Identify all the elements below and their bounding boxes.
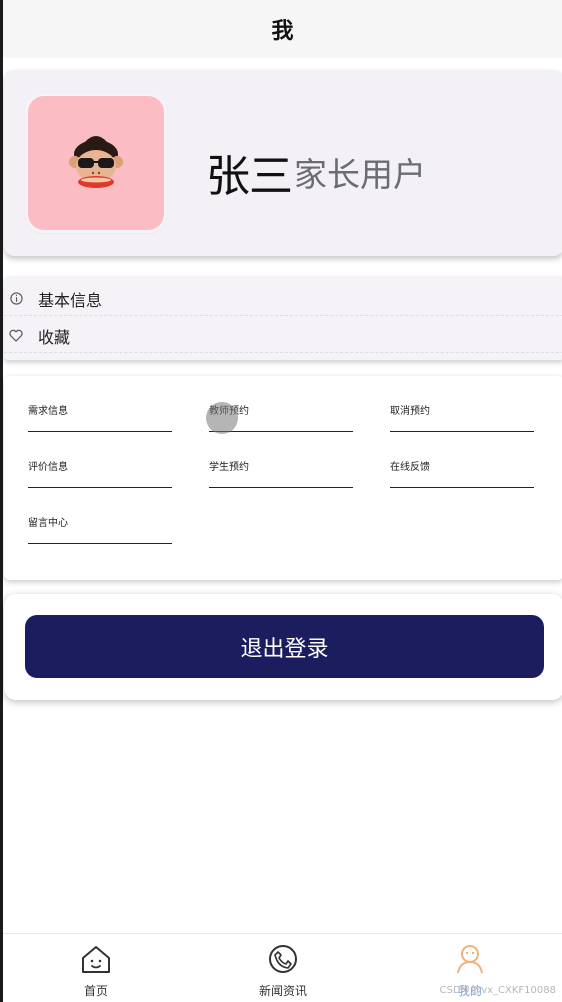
menu-item-basic-info[interactable]: 基本信息 — [4, 282, 562, 316]
tab-label: 首页 — [83, 984, 108, 998]
logout-card: 退出登录 — [4, 594, 562, 700]
tab-label: 新闻资讯 — [258, 984, 307, 998]
tab-news[interactable]: 新闻资讯 — [213, 934, 353, 1002]
logout-button[interactable]: 退出登录 — [25, 615, 544, 678]
user-name: 张三 — [206, 151, 293, 202]
menu-item-label: 基本信息 — [38, 290, 103, 310]
touch-ripple — [206, 402, 238, 434]
grid-item-label: 评价信息 — [28, 462, 68, 473]
grid-item-message-center[interactable]: 留言中心 — [28, 514, 172, 544]
grid-item-student-booking[interactable]: 学生预约 — [209, 458, 353, 488]
info-circle-icon — [9, 292, 23, 306]
grid-item-label: 留言中心 — [28, 518, 68, 529]
tab-home[interactable]: 首页 — [26, 934, 166, 1002]
page-title: 我 — [271, 19, 294, 44]
grid-item-online-feedback[interactable]: 在线反馈 — [390, 458, 534, 488]
top-bar: 我 — [3, 0, 562, 58]
menu-item-favorites[interactable]: 收藏 — [4, 319, 562, 353]
user-role: 家长用户 — [294, 155, 426, 194]
profile-card: 张三 家长用户 — [4, 70, 562, 256]
heart-icon — [9, 329, 23, 343]
grid-item-label: 学生预约 — [209, 462, 249, 473]
info-menu: 基本信息 收藏 — [4, 276, 562, 360]
monkey-avatar-icon — [69, 136, 123, 188]
function-grid: 需求信息 教师预约 取消预约 评价信息 学生预约 在线反馈 留言中心 — [4, 376, 562, 580]
user-icon — [457, 945, 483, 974]
phone-icon — [269, 945, 297, 973]
grid-item-review-info[interactable]: 评价信息 — [28, 458, 172, 488]
window-edge — [0, 0, 3, 1002]
grid-item-label: 在线反馈 — [390, 462, 430, 473]
grid-item-label: 需求信息 — [28, 406, 68, 417]
watermark: CSDN @vx_CXKF10088 — [439, 985, 556, 996]
grid-item-cancel-booking[interactable]: 取消预约 — [390, 402, 534, 432]
home-icon — [82, 946, 110, 973]
avatar[interactable] — [28, 96, 164, 230]
menu-item-label: 收藏 — [38, 327, 71, 347]
grid-item-demand-info[interactable]: 需求信息 — [28, 402, 172, 432]
grid-item-label: 取消预约 — [390, 406, 430, 417]
